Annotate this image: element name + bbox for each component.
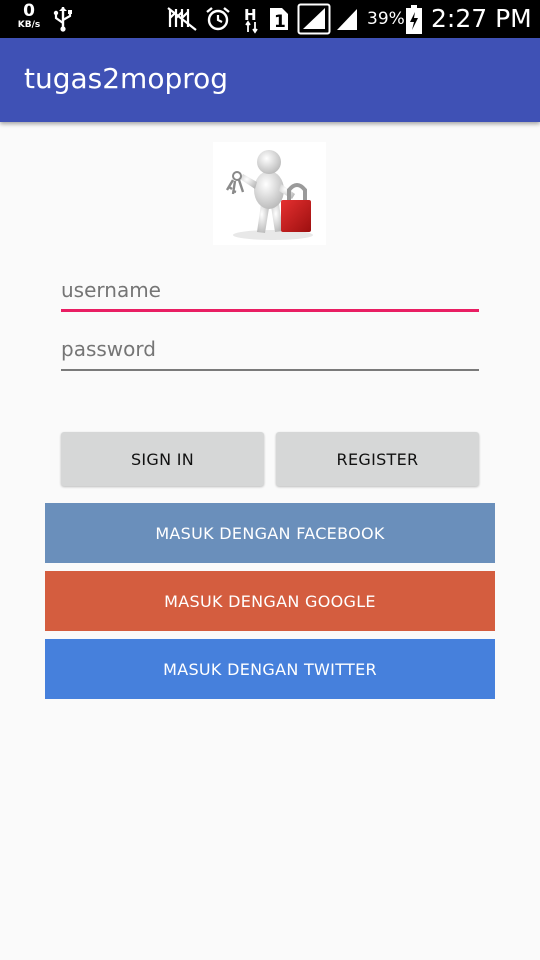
sim1-icon: 1 (270, 8, 288, 32)
twitter-login-button[interactable]: MASUK DENGAN TWITTER (45, 639, 495, 699)
username-underline (61, 309, 479, 312)
clock: 2:27 PM (431, 4, 532, 33)
app-title: tugas2moprog (24, 62, 229, 95)
usb-icon (53, 7, 72, 32)
status-bar: 0 KB/s H 1 39% 2:27 PM (0, 0, 540, 38)
signal-icon (297, 3, 331, 35)
register-button[interactable]: REGISTER (276, 432, 479, 486)
network-speed-unit: KB/s (17, 20, 41, 30)
app-bar: tugas2moprog (0, 38, 540, 122)
user-lock-keys-icon (225, 150, 313, 240)
battery-charging-icon (406, 5, 422, 34)
signal2-icon (337, 9, 357, 30)
facebook-login-button[interactable]: MASUK DENGAN FACEBOOK (45, 503, 495, 563)
h-data-icon: H (244, 6, 258, 34)
password-underline (61, 369, 479, 371)
sign-in-button[interactable]: SIGN IN (61, 432, 264, 486)
battery-percent: 39% (367, 9, 405, 29)
username-field[interactable] (61, 272, 479, 312)
mute-icon (167, 7, 197, 31)
alarm-icon (206, 7, 230, 31)
password-field[interactable] (61, 331, 479, 371)
password-input[interactable] (61, 331, 479, 367)
google-login-button[interactable]: MASUK DENGAN GOOGLE (45, 571, 495, 631)
svg-text:H: H (244, 6, 257, 24)
username-input[interactable] (61, 272, 479, 308)
logo-image (213, 142, 326, 245)
network-speed-value: 0 (23, 1, 35, 21)
network-speed: 0 KB/s (14, 3, 44, 30)
svg-text:1: 1 (274, 12, 286, 32)
